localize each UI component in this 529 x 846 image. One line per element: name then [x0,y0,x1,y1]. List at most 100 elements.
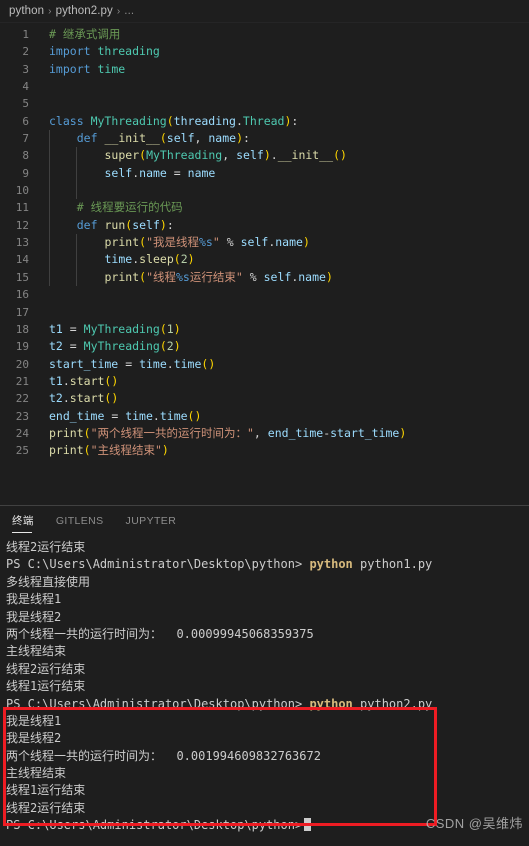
code-line-text: # 线程要运行的代码 [38,199,529,217]
line-number: 5 [22,97,29,111]
code-line[interactable]: 13 print("我是线程%s" % self.name) [0,234,529,252]
code-line[interactable]: 9 self.name = name [0,164,529,183]
code-line-text: start_time = time.time() [49,356,216,371]
line-number: 6 [22,114,29,128]
terminal-output-line: 两个线程一共的运行时间为： 0.001994609832763672 [6,748,529,765]
indent-guide [49,164,50,183]
code-line-text: t2.start() [49,391,119,406]
code-line[interactable]: 15 print("线程%s运行结束" % self.name) [0,268,529,287]
tab-gitlens[interactable]: GITLENS [56,506,104,537]
code-line-text: print("我是线程%s" % self.name) [38,234,529,252]
breadcrumb-item-symbols[interactable]: ... [124,5,134,17]
terminal-output-line: 我是线程2 [6,730,529,747]
indent-guide [76,164,77,183]
terminal-output-line: 线程1运行结束 [6,782,529,799]
terminal-text: 两个线程一共的运行时间为： 0.00099945068359375 [6,626,314,641]
code-line[interactable]: 8 super(MyThreading, self).__init__() [0,147,529,165]
terminal-prompt-line: PS C:\Users\Administrator\Desktop\python… [6,696,529,713]
terminal-text: 我是线程1 [6,592,62,607]
line-number: 18 [15,322,29,336]
indent-guide [76,182,77,200]
terminal-text: 线程2运行结束 [6,661,86,676]
tab-gitlens-label: GITLENS [55,515,104,527]
terminal-cursor[interactable] [304,818,312,832]
indent-guide [49,182,50,200]
terminal-output-line: 我是线程1 [6,713,529,730]
code-line[interactable]: 16 [0,286,529,303]
code-line[interactable]: 12 def run(self): [0,216,529,235]
code-line-text: # 继承式调用 [49,27,121,41]
terminal-text: 我是线程1 [6,713,62,728]
indent-guide [49,268,50,287]
code-line[interactable]: 23 end_time = time.time() [0,408,529,425]
terminal-output-line: 我是线程2 [6,609,529,626]
code-line[interactable]: 14 time.sleep(2) [0,251,529,269]
terminal-prompt-path: PS C:\Users\Administrator\Desktop\python… [6,818,303,833]
code-line-text: self.name = name [38,164,529,183]
vscode-window: python › python2.py › ... 1 # 继承式调用 2 impor… [0,0,529,846]
line-number: 24 [15,426,29,440]
indent-guide [76,268,77,287]
code-line[interactable]: 11 # 线程要运行的代码 [0,199,529,217]
terminal-output-line: 主线程结束 [6,643,529,660]
breadcrumb-item-folder[interactable]: python [9,5,44,17]
line-number: 13 [15,236,29,250]
code-line[interactable]: 4 [0,78,529,95]
watermark-label: CSDN @吴维炜 [425,816,523,831]
code-line-text: import time [49,61,126,76]
code-line[interactable]: 6 class MyThreading(threading.Thread): [0,113,529,130]
tab-terminal[interactable]: 终端 [12,506,34,537]
code-line-text: t2 = MyThreading(2) [49,339,181,354]
breadcrumb[interactable]: python › python2.py › ... [0,0,529,23]
indent-guide [49,234,50,252]
line-number: 20 [15,357,29,371]
code-line[interactable]: 21 t1.start() [0,373,529,390]
line-number: 2 [22,45,29,59]
indent-guide [49,199,50,217]
indent-guide [76,234,77,252]
terminal-text: 主线程结束 [6,644,67,659]
code-editor[interactable]: 1 # 继承式调用 2 import threading 3 import time 4 5 6… [0,23,529,505]
code-line[interactable]: 19 t2 = MyThreading(2) [0,338,529,355]
terminal-text: 两个线程一共的运行时间为： 0.001994609832763672 [6,748,321,763]
code-line-text: end_time = time.time() [49,408,202,423]
line-number: 12 [15,218,29,232]
terminal-prompt-path: PS C:\Users\Administrator\Desktop\python… [6,557,310,572]
code-line[interactable]: 25 print("主线程结束") [0,442,529,459]
code-line[interactable]: 22 t2.start() [0,390,529,407]
code-line[interactable]: 24 print("两个线程一共的运行时间为：", end_time-start_… [0,425,529,442]
code-line[interactable]: 17 [0,304,529,321]
code-line-text: import threading [49,44,160,59]
terminal-prompt-line: PS C:\Users\Administrator\Desktop\python… [6,556,529,573]
code-line[interactable]: 3 import time [0,61,529,78]
tab-jupyter[interactable]: JUPYTER [126,506,177,537]
tab-jupyter-label: JUPYTER [125,515,177,527]
terminal-command-arg: python1.py [352,557,433,572]
line-number: 7 [22,132,29,146]
code-line-text: t1 = MyThreading(1) [49,321,181,336]
code-line[interactable]: 2 import threading [0,43,529,60]
terminal-output-line: 线程2运行结束 [6,539,529,556]
terminal-command: python [309,557,353,572]
code-line[interactable]: 18 t1 = MyThreading(1) [0,321,529,338]
code-line[interactable]: 1 # 继承式调用 [0,26,529,43]
line-number: 25 [15,444,29,458]
code-line[interactable]: 10 [0,182,529,200]
terminal-text: 线程1运行结束 [6,679,86,694]
code-line[interactable]: 5 [0,95,529,112]
line-number: 11 [15,201,29,215]
line-number: 8 [22,149,29,163]
line-number: 10 [15,184,29,198]
terminal-output-line: 多线程直接使用 [6,574,529,591]
code-line[interactable]: 7 def __init__(self, name): [0,130,529,148]
code-line-text: t1.start() [49,373,119,388]
terminal-output[interactable]: 线程2运行结束 PS C:\Users\Administrator\Desktop… [0,537,529,846]
line-number: 3 [22,62,29,76]
line-number: 19 [15,340,29,354]
code-line[interactable]: 20 start_time = time.time() [0,356,529,373]
indent-guide [76,147,77,165]
chevron-right-icon: › [116,5,121,17]
bottom-panel: 终端 GITLENS JUPYTER 线程2运行结束 PS C:\Users\Ad… [0,505,529,846]
code-line-text: time.sleep(2) [38,251,529,269]
breadcrumb-item-file[interactable]: python2.py [56,5,113,17]
